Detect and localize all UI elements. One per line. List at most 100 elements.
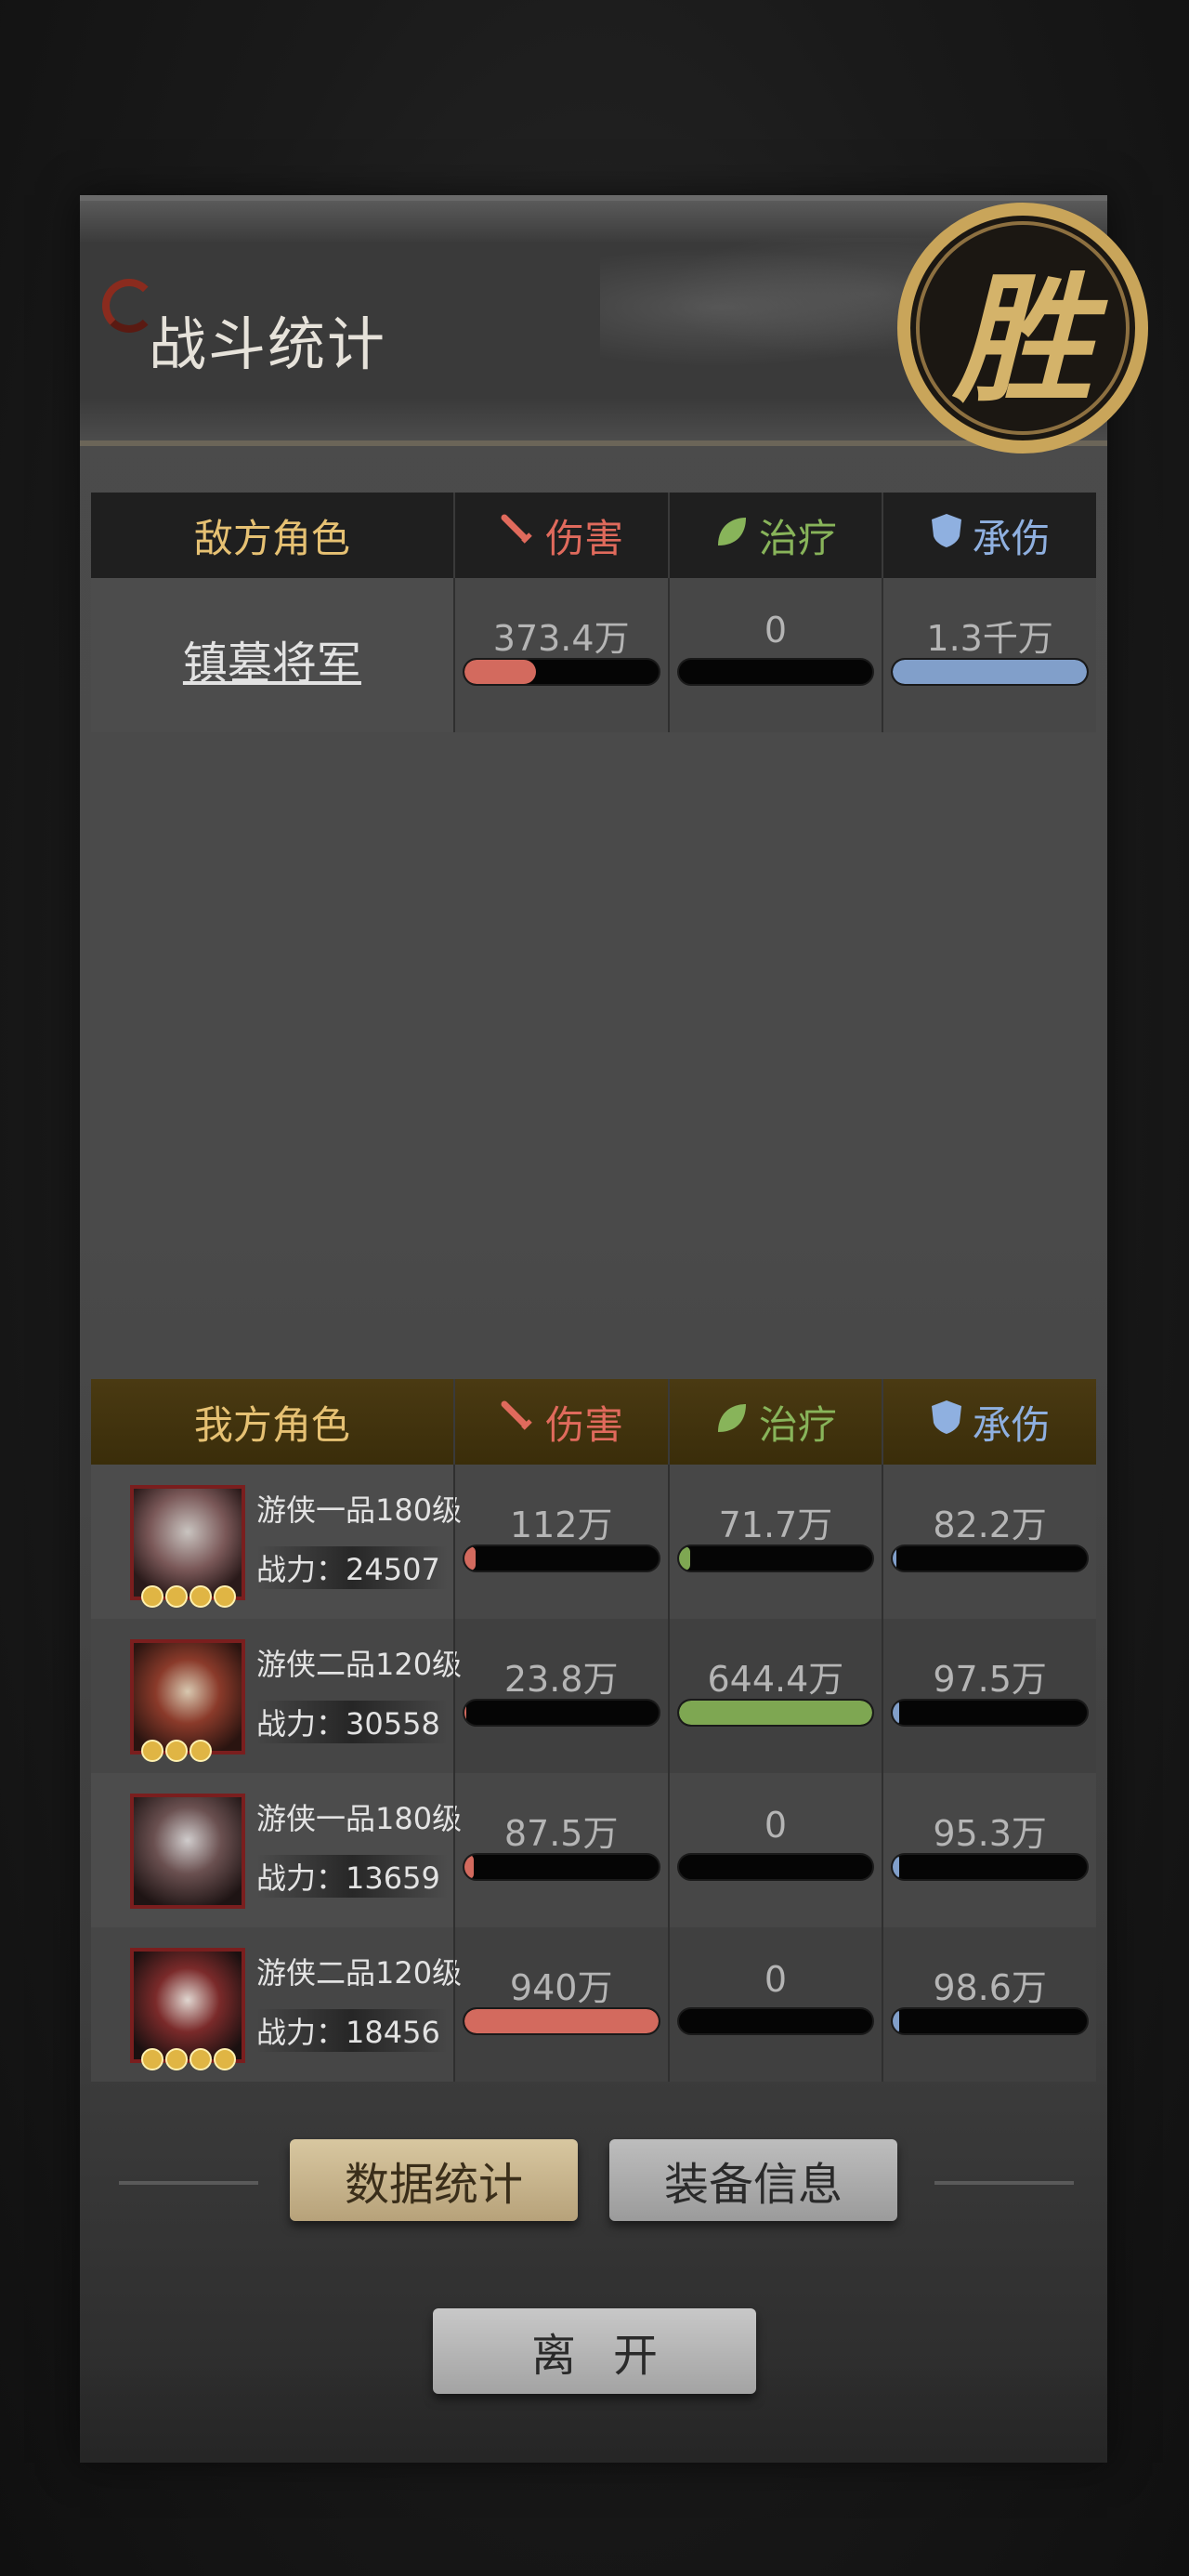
healing-value: 644.4万 [707, 1659, 844, 1700]
hero-portrait[interactable] [130, 1794, 245, 1909]
enemy-row[interactable]: 镇墓将军 373.4万 0 1.3千万 [91, 578, 1096, 732]
healing-bar [676, 1544, 875, 1572]
damage-cell: 112万 [452, 1465, 668, 1619]
healing-bar [676, 2007, 875, 2035]
ally-row[interactable]: 游侠一品180级 战力：24507 112万 71.7万 82.2万 [91, 1465, 1096, 1619]
tanking-cell: 95.3万 [882, 1773, 1096, 1927]
star-icon [141, 2048, 163, 2070]
divider-right [934, 2181, 1074, 2185]
damage-bar-fill [464, 1855, 475, 1879]
ally-row[interactable]: 游侠二品120级 战力：30558 23.8万 644.4万 97.5万 [91, 1619, 1096, 1773]
healing-value: 0 [764, 1959, 787, 2000]
healing-cell: 71.7万 [667, 1465, 882, 1619]
hero-portrait[interactable] [130, 1485, 245, 1600]
healing-value: 0 [764, 610, 787, 651]
col-healing: 治疗 [667, 493, 882, 578]
damage-bar-fill [464, 1546, 477, 1571]
ally-info-cell: 游侠一品180级 战力：24507 [91, 1465, 462, 1619]
damage-cell: 373.4万 [452, 578, 668, 732]
tanking-bar-fill [893, 1546, 897, 1571]
damage-value: 940万 [509, 1967, 613, 2008]
damage-value: 23.8万 [503, 1659, 619, 1700]
victory-seal-text: 胜 [952, 257, 1092, 422]
col-tanking: 承伤 [882, 493, 1096, 578]
col-tanking-label: 承伤 [972, 1401, 1051, 1448]
tanking-value: 98.6万 [933, 1967, 1047, 2008]
healing-cell: 0 [667, 1927, 882, 2082]
leaf-icon [714, 513, 750, 559]
col-damage: 伤害 [452, 493, 668, 578]
star-icon [141, 1585, 163, 1608]
healing-cell: 644.4万 [667, 1619, 882, 1773]
ally-info-cell: 游侠二品120级 战力：30558 [91, 1619, 462, 1773]
damage-bar-fill [464, 2009, 659, 2033]
tanking-value: 97.5万 [933, 1659, 1047, 1700]
star-rating [141, 2048, 236, 2070]
hero-class-level: 游侠二品120级 [256, 1955, 463, 1991]
data-stats-button[interactable]: 数据统计 [290, 2139, 578, 2221]
hero-power: 战力：18456 [256, 2009, 448, 2052]
shield-icon [930, 512, 963, 559]
tanking-value: 95.3万 [933, 1813, 1047, 1854]
damage-cell: 23.8万 [452, 1619, 668, 1773]
col-tanking-label: 承伤 [972, 515, 1051, 561]
tanking-bar-fill [893, 1855, 899, 1879]
ally-table-header: 我方角色 伤害 治疗 承伤 [91, 1379, 1096, 1465]
star-rating [141, 1585, 236, 1608]
hero-portrait[interactable] [130, 1639, 245, 1755]
star-icon [214, 1585, 236, 1608]
star-icon [189, 2048, 212, 2070]
col-damage-label: 伤害 [545, 515, 624, 561]
star-icon [189, 1740, 212, 1762]
page-title: 战斗统计 [149, 310, 387, 378]
hero-power: 战力：24507 [256, 1546, 448, 1589]
star-icon [189, 1585, 212, 1608]
col-damage-label: 伤害 [545, 1401, 624, 1448]
tanking-bar [891, 2007, 1089, 2035]
star-icon [165, 1740, 188, 1762]
damage-bar [462, 1544, 660, 1572]
healing-bar [676, 1699, 875, 1727]
leave-button[interactable]: 离开 [433, 2308, 756, 2394]
hero-portrait[interactable] [130, 1948, 245, 2063]
damage-bar [462, 658, 660, 686]
damage-cell: 940万 [452, 1927, 668, 2082]
tanking-bar [891, 1853, 1089, 1881]
tanking-bar [891, 1699, 1089, 1727]
enemy-name[interactable]: 镇墓将军 [91, 626, 453, 691]
healing-bar [676, 658, 875, 686]
ally-info-cell: 游侠一品180级 战力：13659 [91, 1773, 462, 1927]
tanking-value: 82.2万 [933, 1505, 1047, 1545]
hero-power: 战力：30558 [256, 1701, 448, 1743]
healing-value: 0 [764, 1805, 787, 1846]
ally-row[interactable]: 游侠一品180级 战力：13659 87.5万 0 95.3万 [91, 1773, 1096, 1927]
tanking-bar-fill [893, 1701, 899, 1725]
star-icon [165, 2048, 188, 2070]
ally-info-cell: 游侠二品120级 战力：18456 [91, 1927, 462, 2082]
damage-cell: 87.5万 [452, 1773, 668, 1927]
tanking-bar [891, 1544, 1089, 1572]
hero-class-level: 游侠二品120级 [256, 1647, 463, 1682]
healing-bar-fill [678, 1546, 691, 1571]
tanking-bar-fill [893, 2009, 899, 2033]
hero-power: 战力：13659 [256, 1855, 448, 1898]
tanking-value: 1.3千万 [926, 618, 1053, 659]
enemy-name-cell: 镇墓将军 [91, 578, 453, 732]
damage-bar-fill [464, 660, 537, 684]
enemy-table-header: 敌方角色 伤害 治疗 承伤 [91, 493, 1096, 578]
ally-table: 我方角色 伤害 治疗 承伤 游侠一品180级 战力：24507 112万 71.… [91, 1379, 1096, 2082]
healing-cell: 0 [667, 1773, 882, 1927]
victory-seal: 胜 [897, 203, 1148, 453]
star-icon [214, 2048, 236, 2070]
tanking-bar [891, 658, 1089, 686]
hero-class-level: 游侠一品180级 [256, 1801, 463, 1836]
damage-value: 112万 [509, 1505, 613, 1545]
enemy-table: 敌方角色 伤害 治疗 承伤 镇墓将军 373.4万 0 1.3千万 [91, 493, 1096, 732]
col-healing-label: 治疗 [758, 515, 837, 561]
damage-value: 373.4万 [492, 618, 630, 659]
equipment-info-button[interactable]: 装备信息 [609, 2139, 897, 2221]
damage-bar [462, 1853, 660, 1881]
ally-row[interactable]: 游侠二品120级 战力：18456 940万 0 98.6万 [91, 1927, 1096, 2082]
tanking-cell: 97.5万 [882, 1619, 1096, 1773]
star-icon [165, 1585, 188, 1608]
